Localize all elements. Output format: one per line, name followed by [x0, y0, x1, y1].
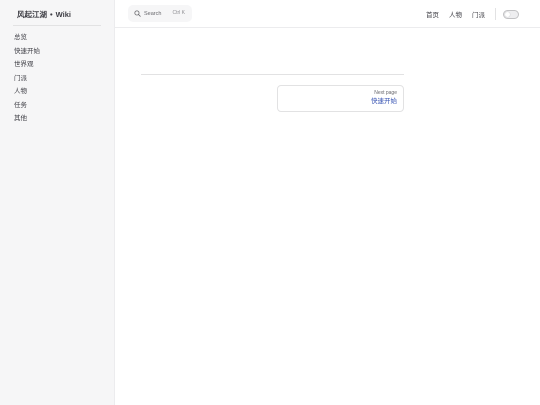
- sidebar-item-quests[interactable]: 任务: [14, 101, 40, 115]
- sidebar-item-overview[interactable]: 总览: [14, 33, 40, 47]
- search-label: Search: [144, 10, 162, 17]
- top-nav: 首页 人物 门派: [426, 0, 540, 28]
- top-navbar: Search Ctrl K 首页 人物 门派: [115, 0, 540, 28]
- sidebar-item-sects[interactable]: 门派: [14, 74, 40, 88]
- sidebar-divider: [13, 25, 101, 26]
- sun-icon: [505, 11, 510, 17]
- sidebar-item-quick-start[interactable]: 快速开始: [14, 47, 40, 61]
- search-icon: [134, 10, 141, 17]
- site-title-name: 风起江湖: [17, 10, 47, 19]
- nav-link-sects[interactable]: 门派: [472, 9, 485, 19]
- sidebar-item-other[interactable]: 其他: [14, 114, 40, 128]
- next-page-desc: Next page: [374, 90, 397, 96]
- sidebar-item-characters[interactable]: 人物: [14, 87, 40, 101]
- site-title-subtitle: Wiki: [55, 10, 71, 19]
- next-page-title: 快速开始: [371, 98, 397, 105]
- site-title[interactable]: 风起江湖 • Wiki: [17, 9, 71, 20]
- nav-link-characters[interactable]: 人物: [449, 9, 462, 19]
- search-button[interactable]: Search Ctrl K: [128, 5, 192, 22]
- theme-toggle[interactable]: [503, 9, 519, 19]
- sidebar: 风起江湖 • Wiki 总览 快速开始 世界观 门派 人物 任务 其他: [0, 0, 115, 405]
- sidebar-nav: 总览 快速开始 世界观 门派 人物 任务 其他: [14, 33, 40, 128]
- search-shortcut: Ctrl K: [172, 10, 186, 16]
- site-title-separator: •: [50, 10, 53, 19]
- sidebar-item-worldview[interactable]: 世界观: [14, 60, 40, 74]
- content-divider: [141, 74, 404, 75]
- nav-link-home[interactable]: 首页: [426, 9, 439, 19]
- next-page-link[interactable]: Next page 快速开始: [277, 85, 404, 112]
- nav-divider: [495, 8, 496, 20]
